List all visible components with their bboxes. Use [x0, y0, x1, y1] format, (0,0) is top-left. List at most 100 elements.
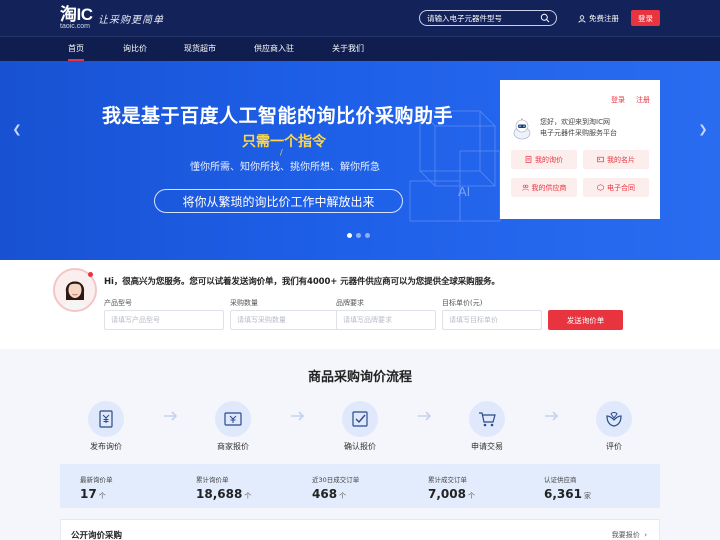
confirm-quote-icon-wrap — [342, 401, 378, 437]
my-inquiry-label: 我的询价 — [535, 155, 563, 164]
people-icon — [521, 184, 529, 191]
target-price-label: 目标单价(元) — [442, 299, 483, 307]
stat-label: 最新询价单 — [80, 476, 113, 484]
hero-pill-button[interactable]: 将你从繁琐的询比价工作中解放出来 — [154, 189, 403, 213]
stat-label: 累计询价单 — [196, 476, 229, 484]
stat-latest-inquiries: 最新询价单 17 个 — [80, 474, 113, 501]
register-label: 免费注册 — [589, 14, 619, 23]
process-step: 确认报价 — [330, 401, 390, 452]
stat-30day-orders: 近30日成交订单 468 个 — [312, 474, 359, 501]
slide-dot[interactable] — [356, 233, 361, 238]
login-button[interactable]: 登录 — [631, 10, 660, 26]
contract-icon — [597, 184, 604, 191]
register-link[interactable]: 免费注册 — [578, 13, 619, 24]
stat-value: 17 个 — [80, 487, 113, 501]
step-label: 评价 — [606, 442, 622, 451]
hero-title: 我是基于百度人工智能的询比价采购助手 — [102, 105, 454, 127]
process-title: 商品采购询价流程 — [307, 370, 412, 385]
hero-subtitle: 只需一个指令 — [242, 134, 326, 150]
card-icon — [597, 156, 604, 163]
stat-unit: 个 — [244, 492, 252, 500]
stat-number: 6,361 — [544, 487, 582, 501]
user-panel: 登录 注册 您好，欢迎来到淘IC网 电子元器件采购服务平台 我的询价 我的名片 … — [500, 80, 660, 219]
user-icon — [578, 14, 586, 23]
send-inquiry-button[interactable]: 发送询价单 — [548, 310, 623, 330]
step-label: 申请交易 — [471, 442, 503, 451]
my-card-label: 我的名片 — [607, 155, 635, 164]
stat-unit: 家 — [583, 492, 591, 500]
stat-number: 7,008 — [428, 487, 466, 501]
stat-value: 6,361 家 — [544, 487, 591, 501]
my-suppliers-label: 我的供应商 — [531, 183, 567, 192]
next-slide-arrow[interactable]: ❯ — [697, 121, 709, 137]
stat-label: 近30日成交订单 — [312, 476, 360, 484]
my-inquiry-button[interactable]: 我的询价 — [511, 150, 577, 169]
merchant-quote-icon — [224, 412, 242, 426]
step-arrow-icon — [418, 411, 432, 421]
nav-item-inquiry[interactable]: 询比价 — [123, 43, 147, 54]
quote-link[interactable]: 我要报价 › — [612, 530, 647, 540]
process-step: 申请交易 — [457, 401, 517, 452]
stat-number: 18,688 — [196, 487, 243, 501]
review-icon-wrap — [596, 401, 632, 437]
step-arrow-icon — [164, 411, 178, 421]
step-label: 发布询价 — [90, 442, 122, 451]
step-label: 确认报价 — [344, 442, 376, 451]
nav-item-supplier-join[interactable]: 供应商入驻 — [254, 43, 294, 54]
main-nav: 首页 询比价 现货超市 供应商入驻 关于我们 — [0, 36, 720, 61]
search-input[interactable] — [427, 12, 535, 24]
my-suppliers-button[interactable]: 我的供应商 — [511, 178, 577, 197]
panel-login-link[interactable]: 登录 — [611, 95, 625, 105]
slide-dot[interactable] — [347, 233, 352, 238]
stat-unit: 个 — [467, 492, 475, 500]
prev-slide-arrow[interactable]: ❮ — [11, 121, 23, 137]
panel-greeting: 您好，欢迎来到淘IC网 电子元器件采购服务平台 — [540, 117, 617, 139]
slide-dot[interactable] — [365, 233, 370, 238]
stat-label: 认证供应商 — [544, 476, 577, 484]
stat-total-inquiries: 累计询价单 18,688 个 — [196, 474, 251, 501]
online-indicator — [88, 272, 93, 277]
quick-inquiry-section: Hi，很高兴为您服务。您可以试着发送询价单，我们有4000+ 元器件供应商可以为… — [0, 260, 720, 349]
e-contract-label: 电子合同 — [607, 183, 635, 192]
publish-inquiry-icon-wrap — [88, 401, 124, 437]
svg-text:AI: AI — [458, 184, 470, 199]
part-number-label: 产品型号 — [104, 299, 132, 307]
part-number-input[interactable] — [104, 310, 224, 330]
process-step: 发布询价 — [76, 401, 136, 452]
stat-value: 18,688 个 — [196, 487, 251, 501]
stat-number: 17 — [80, 487, 97, 501]
logo-domain: taoic.com — [60, 23, 90, 30]
publish-inquiry-icon — [99, 410, 113, 428]
nav-item-spot-market[interactable]: 现货超市 — [184, 43, 216, 54]
target-price-input[interactable] — [442, 310, 542, 330]
my-card-button[interactable]: 我的名片 — [583, 150, 649, 169]
stat-total-orders: 累计成交订单 7,008 个 — [428, 474, 475, 501]
greeting-line-2: 电子元器件采购服务平台 — [540, 129, 617, 137]
review-flower-icon — [606, 412, 622, 427]
stat-value: 7,008 个 — [428, 487, 475, 501]
open-inquiry-section: 公开询价采购 我要报价 › — [60, 519, 660, 540]
slogan: 让采购更简单 — [98, 15, 164, 26]
slide-indicator — [347, 233, 370, 238]
stat-unit: 个 — [339, 492, 347, 500]
merchant-quote-icon-wrap — [215, 401, 251, 437]
nav-item-home[interactable]: 首页 — [68, 43, 84, 61]
open-inquiry-title: 公开询价采购 — [71, 531, 123, 540]
e-contract-button[interactable]: 电子合同 — [583, 178, 649, 197]
brand-input[interactable] — [336, 310, 436, 330]
step-arrow-icon — [545, 411, 559, 421]
process-step: 商家报价 — [203, 401, 263, 452]
site-logo[interactable]: 淘IC taoic.com — [60, 6, 94, 31]
brand-label: 品牌要求 — [336, 299, 364, 307]
nav-item-about[interactable]: 关于我们 — [332, 43, 364, 54]
stat-certified-suppliers: 认证供应商 6,361 家 — [544, 474, 591, 501]
step-label: 商家报价 — [217, 442, 249, 451]
stat-unit: 个 — [98, 492, 106, 500]
quantity-input[interactable] — [230, 310, 350, 330]
search-icon[interactable] — [540, 13, 550, 23]
panel-register-link[interactable]: 注册 — [636, 95, 650, 105]
hero-description: 懂你所需、知你所找、挑你所想、解你所急 — [190, 162, 380, 173]
greeting-line-1: 您好，欢迎来到淘IC网 — [540, 118, 610, 126]
chevron-right-icon: › — [641, 531, 647, 539]
confirm-quote-icon — [352, 411, 368, 427]
